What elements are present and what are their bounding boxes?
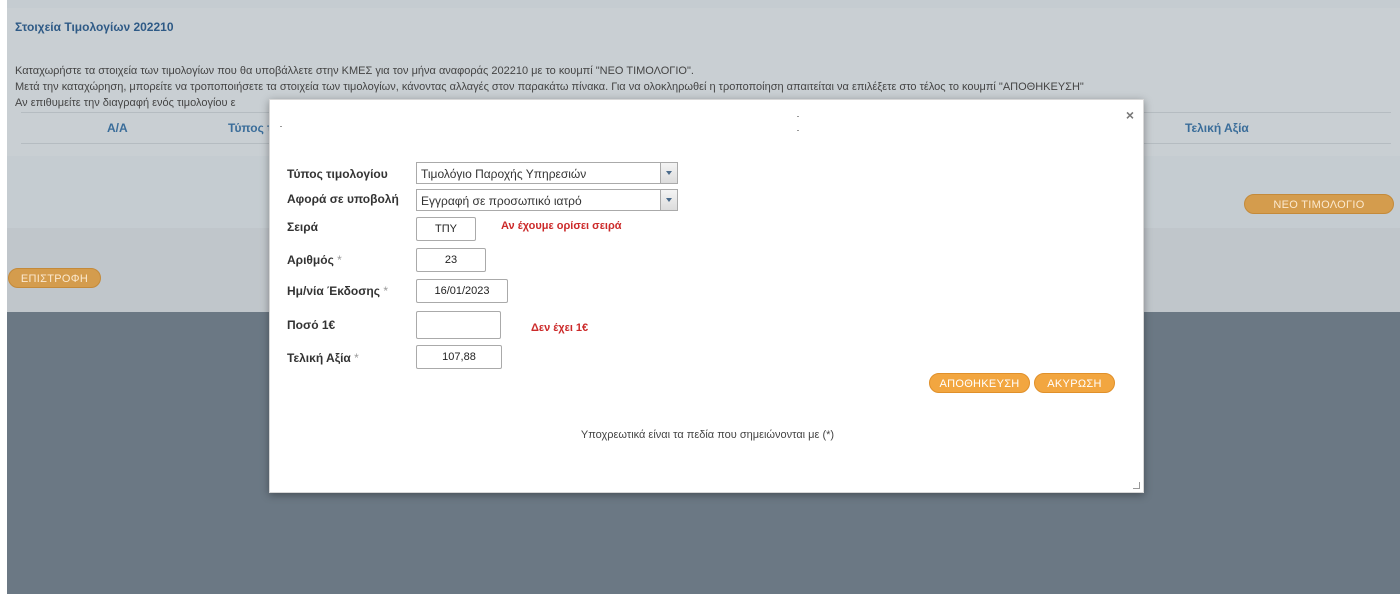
issue-date-input[interactable]: 16/01/2023: [416, 279, 508, 303]
invoice-type-select[interactable]: Τιμολόγιο Παροχής Υπηρεσιών: [416, 162, 678, 184]
required-fields-note: Υποχρεωτικά είναι τα πεδία που σημειώνον…: [580, 429, 835, 441]
column-header-type[interactable]: Τύπος τ: [228, 121, 273, 135]
column-header-final-value[interactable]: Τελική Αξία: [1185, 121, 1249, 135]
section-title: Στοιχεία Τιμολογίων 202210: [15, 20, 174, 34]
number-label-text: Αριθμός: [287, 253, 334, 267]
concerns-select[interactable]: Εγγραφή σε προσωπικό ιατρό: [416, 189, 678, 211]
series-note: Αν έχουμε ορίσει σειρά: [501, 220, 622, 232]
chevron-down-icon[interactable]: [660, 190, 677, 210]
resize-handle-icon[interactable]: [1133, 482, 1140, 489]
amount-note: Δεν έχει 1€: [531, 322, 589, 334]
number-input[interactable]: 23: [416, 248, 486, 272]
final-value-label: Τελική Αξία *: [287, 351, 359, 365]
intro-line-1: Καταχωρήστε τα στοιχεία των τιμολογίων π…: [15, 65, 694, 77]
concerns-label: Αφορά σε υποβολή: [287, 192, 399, 206]
number-label: Αριθμός *: [287, 253, 342, 267]
save-button[interactable]: ΑΠΟΘΗΚΕΥΣΗ: [929, 373, 1030, 393]
amount-label: Ποσό 1€: [287, 318, 336, 332]
chevron-down-icon[interactable]: [660, 163, 677, 183]
column-header-aa[interactable]: Α/Α: [107, 121, 128, 135]
required-mark: *: [354, 351, 359, 365]
concerns-value: Εγγραφή σε προσωπικό ιατρό: [421, 194, 582, 208]
decorative-dot: [280, 126, 282, 127]
invoice-type-value: Τιμολόγιο Παροχής Υπηρεσιών: [421, 167, 587, 181]
issue-date-label: Ημ/νία Έκδοσης *: [287, 284, 388, 298]
required-mark: *: [337, 253, 342, 267]
intro-line-3: Αν επιθυμείτε την διαγραφή ενός τιμολογί…: [15, 97, 236, 109]
issue-date-label-text: Ημ/νία Έκδοσης: [287, 284, 380, 298]
new-invoice-button[interactable]: ΝΕΟ ΤΙΜΟΛΟΓΙΟ: [1244, 194, 1394, 214]
decorative-dot: [797, 116, 799, 117]
final-value-label-text: Τελική Αξία: [287, 351, 351, 365]
final-value-input[interactable]: 107,88: [416, 345, 502, 369]
cancel-button[interactable]: ΑΚΥΡΩΣΗ: [1034, 373, 1115, 393]
series-input[interactable]: ΤΠΥ: [416, 217, 476, 241]
required-mark: *: [383, 284, 388, 298]
invoice-type-label: Τύπος τιμολογίου: [287, 167, 388, 181]
back-button[interactable]: ΕΠΙΣΤΡΟΦΗ: [8, 268, 101, 288]
intro-line-2: Μετά την καταχώρηση, μπορείτε να τροποπο…: [15, 81, 1084, 93]
decorative-dot: [797, 130, 799, 131]
close-icon[interactable]: ×: [1126, 107, 1134, 123]
invoice-modal: × Τύπος τιμολογίου Τιμολόγιο Παροχής Υπη…: [269, 99, 1144, 493]
series-label: Σειρά: [287, 220, 319, 234]
amount-input[interactable]: [416, 311, 501, 339]
